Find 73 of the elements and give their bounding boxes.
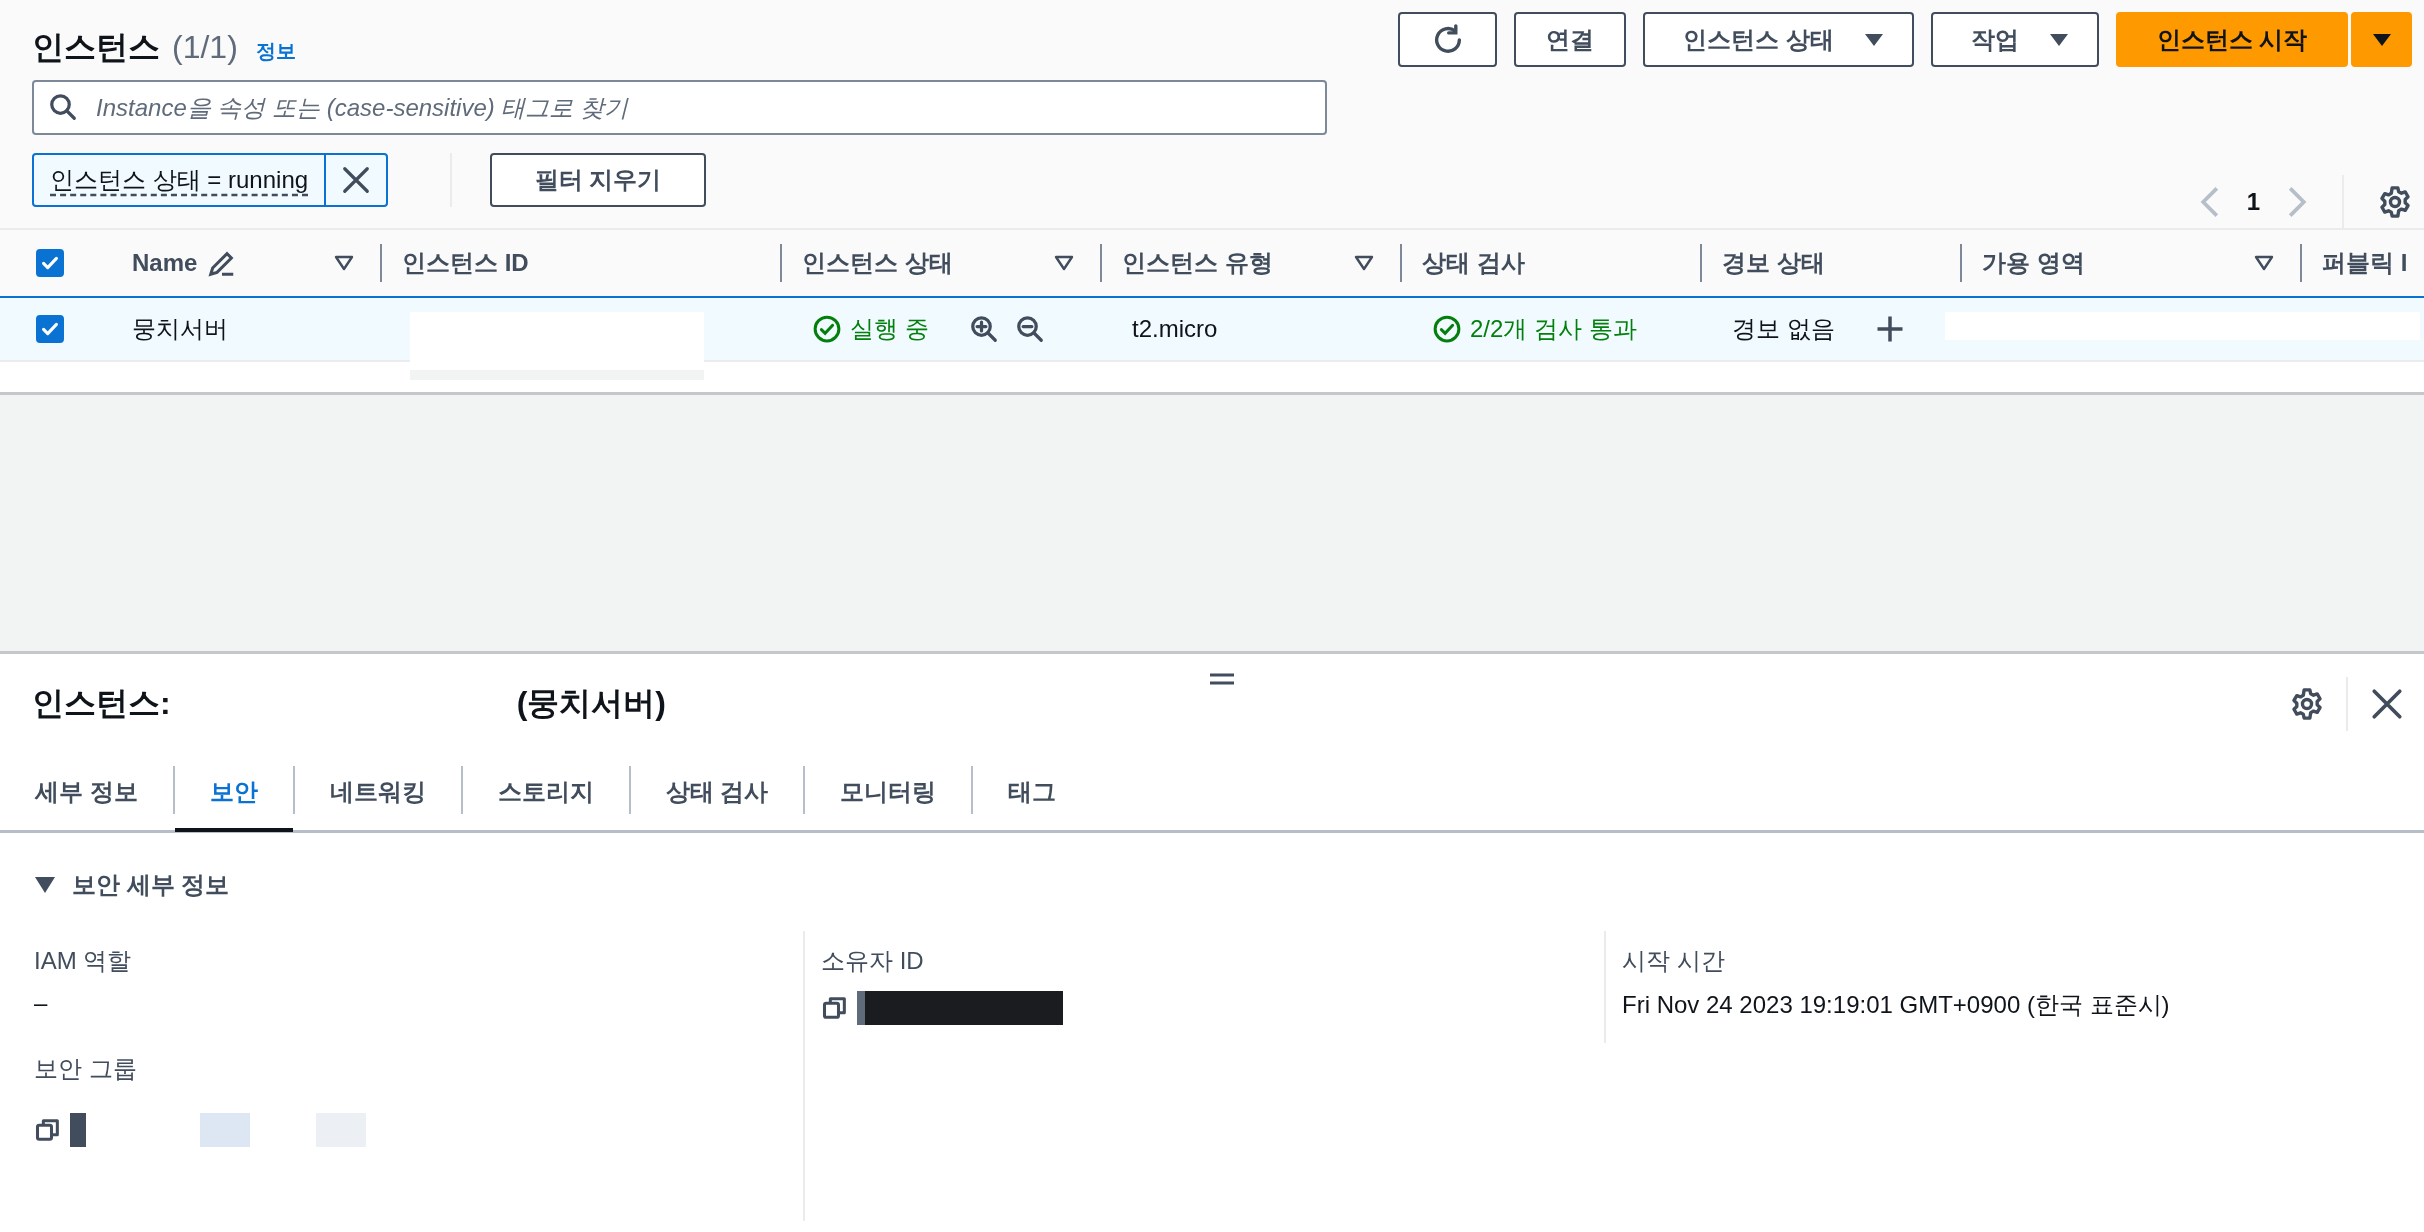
redaction-block — [200, 1113, 250, 1147]
launch-menu-button[interactable] — [2351, 12, 2412, 67]
tab[interactable]: 상태 검사 — [630, 751, 804, 832]
field-label: 보안 그룹 — [34, 1054, 138, 1084]
caret-down-icon — [1864, 32, 1884, 47]
button[interactable]: 연결 — [1514, 12, 1627, 67]
section-title[interactable]: 보안 세부 정보 — [72, 869, 230, 901]
launch-button[interactable]: 인스턴스 시작 — [2116, 12, 2348, 67]
settings-icon[interactable] — [2290, 687, 2324, 721]
close-icon[interactable] — [2370, 687, 2404, 721]
refresh-button[interactable] — [1398, 12, 1498, 67]
tab[interactable]: 세부 정보 — [0, 751, 173, 832]
column-title: 가용 영역 — [1982, 248, 2085, 278]
table-cell: t2.micro — [1132, 315, 1218, 343]
dropdown-button[interactable]: 인스턴스 상태 — [1643, 12, 1914, 67]
table-cell-text: 경보 없음 — [1732, 314, 1835, 344]
copy-icon[interactable] — [34, 1116, 62, 1144]
caret-down-icon — [2049, 32, 2069, 47]
column-header[interactable]: 가용 영역 — [1960, 244, 2300, 282]
tab[interactable]: 태그 — [973, 751, 1092, 832]
checkbox[interactable] — [36, 315, 64, 343]
status-text: 2/2개 검사 통과 — [1470, 314, 1637, 344]
tab[interactable]: 모니터링 — [805, 751, 972, 832]
page-number[interactable]: 1 — [2246, 188, 2260, 216]
column-header[interactable]: 인스턴스 ID — [380, 244, 780, 282]
check-circle-icon — [812, 314, 842, 344]
caret-down-icon — [2371, 32, 2392, 47]
page-title: 인스턴스 — [32, 28, 160, 67]
search-icon — [48, 92, 78, 122]
settings-icon[interactable] — [2378, 185, 2412, 219]
instance-name: (뭉치서버) — [516, 684, 666, 723]
tab[interactable]: 스토리지 — [462, 751, 629, 832]
check-circle-icon — [1432, 314, 1462, 344]
sort-down-icon[interactable] — [1354, 255, 1374, 271]
column-title: 퍼블릭 I — [2322, 248, 2408, 278]
zoom-out-icon[interactable] — [1014, 314, 1045, 344]
checkbox[interactable] — [36, 249, 64, 277]
tab[interactable]: 보안 — [174, 751, 293, 832]
sort-down-icon[interactable] — [1054, 255, 1074, 271]
column-title: 인스턴스 상태 — [802, 248, 953, 278]
field-value: – — [34, 989, 49, 1017]
column-header[interactable]: Name — [100, 230, 380, 296]
panel-title: 인스턴스: — [32, 684, 171, 723]
caret-down-icon[interactable] — [34, 876, 56, 894]
field-label: 소유자 ID — [821, 946, 925, 976]
field-label: IAM 역할 — [34, 946, 133, 976]
tab[interactable]: 네트워킹 — [294, 751, 461, 832]
zoom-in-icon[interactable] — [968, 314, 999, 344]
column-title: Name — [132, 249, 198, 277]
clear-filters-button[interactable]: 필터 지우기 — [490, 153, 707, 207]
column-title: 인스턴스 ID — [402, 248, 529, 278]
copy-icon[interactable] — [821, 994, 849, 1022]
column-title: 경보 상태 — [1722, 248, 1825, 278]
dropdown-button[interactable]: 작업 — [1931, 12, 2099, 67]
column-title: 인스턴스 유형 — [1122, 248, 1273, 278]
column-header[interactable]: 상태 검사 — [1400, 244, 1700, 282]
column-header[interactable]: 인스턴스 상태 — [780, 244, 1100, 282]
table-cell-text: 뭉치서버 — [132, 314, 228, 344]
column-title: 상태 검사 — [1422, 248, 1525, 278]
info-link[interactable]: 정보 — [255, 38, 296, 65]
field-label: 시작 시간 — [1622, 946, 1726, 976]
column-header[interactable]: 경보 상태 — [1700, 244, 1960, 282]
field-value: Fri Nov 24 2023 19:19:01 GMT+0900 (한국 표준시) — [1622, 990, 2171, 1020]
column-header[interactable]: 인스턴스 유형 — [1100, 244, 1400, 282]
close-icon — [341, 165, 372, 195]
search-field[interactable]: Instance을 속성 또는 (case-sensitive) 태그로 찾기 — [32, 80, 1327, 135]
status-text: 실행 중 — [850, 314, 929, 344]
sort-down-icon[interactable] — [2254, 255, 2274, 271]
drag-handle-icon[interactable] — [1209, 672, 1235, 686]
sort-down-icon[interactable] — [334, 255, 354, 271]
redaction-block — [70, 1113, 86, 1147]
instance-count: (1/1) — [172, 29, 238, 66]
column-header[interactable]: 퍼블릭 I — [2300, 244, 2424, 282]
